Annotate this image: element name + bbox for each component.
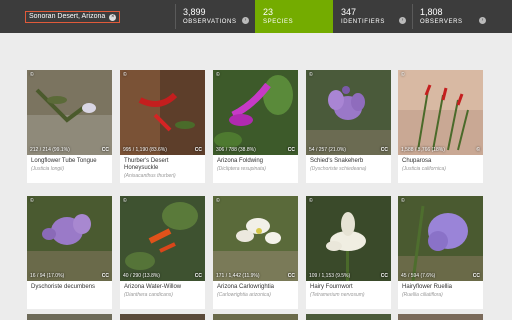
license-badge: CC: [194, 273, 202, 279]
scientific-name: (Ruellia ciliatiflora): [402, 292, 443, 298]
species-photo[interactable]: © 16 / 94 (17.0%) CC: [27, 196, 112, 281]
species-photo[interactable]: © 40 / 290 (13.8%) CC: [120, 196, 205, 281]
species-card[interactable]: © 16 / 94 (17.0%) CC Dyschoriste decumbe…: [27, 196, 112, 309]
species-card[interactable]: © 212 / 214 (99.1%) CC Longflower Tube T…: [27, 70, 112, 183]
species-photo[interactable]: [27, 314, 112, 320]
common-name[interactable]: Hairy Fournwort: [310, 284, 389, 291]
species-photo[interactable]: © 1,588 / 8,766 (18%) ©: [398, 70, 483, 155]
species-photo[interactable]: [120, 314, 205, 320]
license-icon: ©: [216, 198, 220, 204]
arrow-right-icon: ›: [479, 17, 486, 24]
scientific-name: (Justicia longii): [31, 166, 65, 172]
license-badge: CC: [101, 147, 109, 153]
scientific-name: (Tetramerium nervosum): [310, 292, 365, 298]
observation-ratio: 1,588 / 8,766 (18%): [401, 147, 445, 153]
species-card[interactable]: © 306 / 788 (38.8%) CC Arizona Foldwing …: [213, 70, 298, 183]
species-photo[interactable]: [213, 314, 298, 320]
tab-observers[interactable]: 1,808 OBSERVERS ›: [412, 0, 492, 33]
scientific-name: (Dyschoriste schiedeana): [310, 166, 367, 172]
common-name[interactable]: Chuparosa: [402, 158, 481, 165]
arrow-right-icon: ›: [399, 17, 406, 24]
license-icon: ©: [401, 198, 405, 204]
species-photo[interactable]: © 995 / 1,190 (83.6%) CC: [120, 70, 205, 155]
species-photo[interactable]: © 45 / 594 (7.6%) CC: [398, 196, 483, 281]
observation-ratio: 45 / 594 (7.6%): [401, 273, 436, 279]
observation-ratio: 306 / 788 (38.8%): [216, 147, 256, 153]
license-icon: ©: [401, 72, 405, 78]
common-name[interactable]: Arizona Foldwing: [217, 158, 296, 165]
species-card[interactable]: © 171 / 1,442 (11.9%) CC Arizona Carlowr…: [213, 196, 298, 309]
species-photo[interactable]: © 109 / 1,153 (9.5%) CC: [306, 196, 391, 281]
license-icon: ©: [30, 198, 34, 204]
license-badge: CC: [472, 273, 480, 279]
license-icon: ©: [309, 198, 313, 204]
species-card[interactable]: © 995 / 1,190 (83.6%) CC Thurber's Deser…: [120, 70, 205, 183]
observation-ratio: 171 / 1,442 (11.9%): [216, 273, 260, 279]
license-badge: CC: [101, 273, 109, 279]
species-photo[interactable]: © 306 / 788 (38.8%) CC: [213, 70, 298, 155]
license-icon: ©: [123, 198, 127, 204]
observation-ratio: 16 / 94 (17.0%): [30, 273, 65, 279]
common-name[interactable]: Arizona Carlowrightia: [217, 284, 296, 291]
scientific-name: (Dianthera candicans): [124, 292, 173, 298]
tab-species[interactable]: 23 SPECIES: [255, 0, 333, 33]
license-badge: CC: [194, 147, 202, 153]
species-count: 23: [263, 7, 274, 17]
common-name[interactable]: Schied's Snakeherb: [310, 158, 389, 165]
species-card[interactable]: © 1,588 / 8,766 (18%) © Chuparosa (Justi…: [398, 70, 483, 183]
species-label: SPECIES: [263, 19, 294, 25]
common-name[interactable]: Thurber's Desert Honeysuckle: [124, 158, 203, 172]
license-badge: ©: [476, 147, 480, 153]
species-card[interactable]: © 45 / 594 (7.6%) CC Hairyflower Ruellia…: [398, 196, 483, 309]
common-name[interactable]: Hairyflower Ruellia: [402, 284, 481, 291]
license-icon: ©: [309, 72, 313, 78]
species-photo[interactable]: [306, 314, 391, 320]
species-card[interactable]: © 40 / 290 (13.8%) CC Arizona Water-Will…: [120, 196, 205, 309]
license-badge: CC: [287, 273, 295, 279]
scientific-name: (Dicliptera resupinata): [217, 166, 266, 172]
scientific-name: (Justicia californica): [402, 166, 446, 172]
species-photo[interactable]: © 212 / 214 (99.1%) CC: [27, 70, 112, 155]
license-icon: ©: [216, 72, 220, 78]
species-card[interactable]: © 54 / 257 (21.0%) CC Schied's Snakeherb…: [306, 70, 391, 183]
scientific-name: (Anisacanthus thurberi): [124, 173, 176, 179]
license-badge: CC: [380, 147, 388, 153]
observation-ratio: 109 / 1,153 (9.5%): [309, 273, 351, 279]
species-photo[interactable]: [398, 314, 483, 320]
common-name[interactable]: Dyschoriste decumbens: [31, 284, 110, 291]
license-icon: ©: [30, 72, 34, 78]
observation-ratio: 54 / 257 (21.0%): [309, 147, 346, 153]
top-bar: Sonoran Desert, Arizona × 3,899 OBSERVAT…: [0, 0, 512, 33]
license-badge: CC: [287, 147, 295, 153]
observation-ratio: 40 / 290 (13.8%): [123, 273, 160, 279]
arrow-right-icon: ›: [242, 17, 249, 24]
common-name[interactable]: Longflower Tube Tongue: [31, 158, 110, 165]
tab-identifiers[interactable]: 347 IDENTIFIERS ›: [333, 0, 412, 33]
observation-ratio: 995 / 1,190 (83.6%): [123, 147, 167, 153]
place-name: Sonoran Desert, Arizona: [29, 13, 106, 20]
observation-ratio: 212 / 214 (99.1%): [30, 147, 70, 153]
scientific-name: (Carlowrightia arizonica): [217, 292, 271, 298]
species-card[interactable]: © 109 / 1,153 (9.5%) CC Hairy Fournwort …: [306, 196, 391, 309]
common-name[interactable]: Arizona Water-Willow: [124, 284, 203, 291]
place-filter-chip[interactable]: Sonoran Desert, Arizona ×: [25, 11, 121, 23]
close-icon[interactable]: ×: [109, 13, 117, 21]
species-photo[interactable]: © 54 / 257 (21.0%) CC: [306, 70, 391, 155]
license-icon: ©: [123, 72, 127, 78]
tab-observations[interactable]: 3,899 OBSERVATIONS ›: [175, 0, 255, 33]
species-photo[interactable]: © 171 / 1,442 (11.9%) CC: [213, 196, 298, 281]
license-badge: CC: [380, 273, 388, 279]
